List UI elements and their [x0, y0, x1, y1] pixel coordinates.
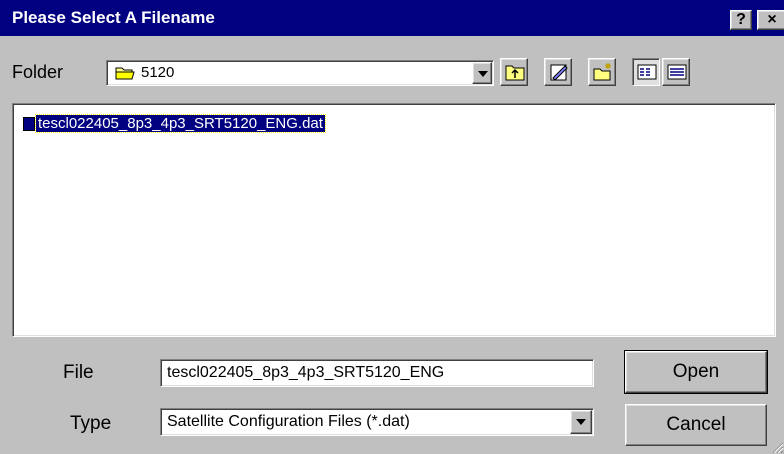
file-type-dropdown[interactable]: Satellite Configuration Files (*.dat) [160, 408, 594, 436]
folder-icon [115, 65, 135, 86]
folder-value: 5120 [141, 64, 175, 81]
window-title: Please Select A Filename [12, 8, 215, 27]
folder-dropdown-button[interactable] [472, 62, 492, 84]
file-icon [23, 117, 35, 131]
file-type-value: Satellite Configuration Files (*.dat) [167, 413, 410, 430]
edit-properties-button[interactable] [544, 58, 572, 86]
details-view-icon [667, 64, 687, 80]
chevron-down-icon [576, 419, 586, 425]
resize-grip-icon[interactable] [770, 440, 784, 454]
pencil-page-icon [550, 64, 568, 81]
cancel-button[interactable]: Cancel [625, 404, 767, 446]
folder-label: Folder [12, 62, 64, 82]
list-view-button[interactable] [632, 58, 660, 86]
file-list[interactable]: tescl022405_8p3_4p3_SRT5120_ENG.dat [12, 103, 776, 337]
file-label: File [63, 362, 94, 383]
help-button[interactable]: ? [730, 10, 752, 30]
open-button[interactable]: Open [624, 350, 768, 394]
title-bar[interactable]: Please Select A Filename ? × [0, 0, 784, 36]
new-folder-icon [593, 63, 611, 81]
type-label: Type [70, 413, 112, 434]
folder-dropdown[interactable]: 5120 [106, 60, 494, 86]
close-button[interactable]: × [757, 10, 784, 30]
folder-up-icon [505, 65, 525, 81]
list-view-icon [637, 64, 657, 80]
details-view-button[interactable] [662, 58, 690, 86]
up-one-level-button[interactable] [500, 58, 528, 86]
file-name: tescl022405_8p3_4p3_SRT5120_ENG.dat [35, 114, 326, 133]
chevron-down-icon [478, 71, 488, 77]
create-new-folder-button[interactable] [588, 58, 616, 86]
file-type-dropdown-button[interactable] [570, 410, 592, 434]
file-name-input[interactable]: tescl022405_8p3_4p3_SRT5120_ENG [160, 359, 594, 387]
